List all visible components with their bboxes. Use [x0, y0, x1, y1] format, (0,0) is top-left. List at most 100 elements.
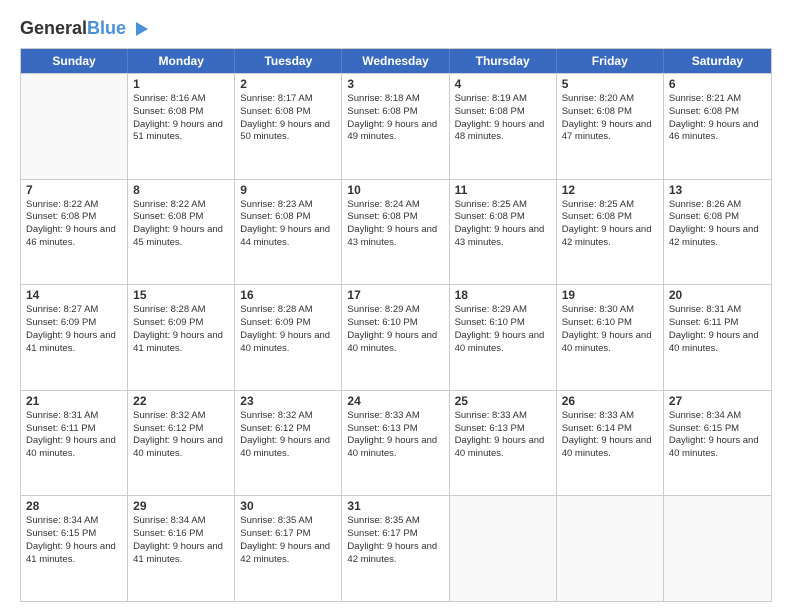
sunset-text: Sunset: 6:15 PM — [26, 528, 122, 541]
logo-icon — [128, 18, 150, 40]
sunset-text: Sunset: 6:09 PM — [240, 317, 336, 330]
sunrise-text: Sunrise: 8:24 AM — [347, 199, 443, 212]
sunrise-text: Sunrise: 8:35 AM — [240, 515, 336, 528]
sunrise-text: Sunrise: 8:26 AM — [669, 199, 766, 212]
sunrise-text: Sunrise: 8:18 AM — [347, 93, 443, 106]
calendar-cell: 21 Sunrise: 8:31 AMSunset: 6:11 PMDayligh… — [21, 391, 128, 496]
calendar-row-4: 21Sunrise: 8:31 AMSunset: 6:11 PMDayligh… — [21, 390, 771, 496]
sunrise-text: Sunrise: 8:32 AM — [133, 410, 229, 423]
day-number: 1 — [133, 77, 229, 91]
daylight-text: Daylight: 9 hours and 40 minutes. — [562, 330, 658, 356]
calendar-cell: 27Sunrise: 8:34 AMSunset: 6:15 PMDayligh… — [664, 391, 771, 496]
sunrise-text: Sunrise: 8:34 AM — [133, 515, 229, 528]
calendar-cell: 26Sunrise: 8:33 AMSunset: 6:14 PMDayligh… — [557, 391, 664, 496]
day-number: 15 — [133, 288, 229, 302]
day-number: 9 — [240, 183, 336, 197]
day-number: 16 — [240, 288, 336, 302]
sunset-text: Sunset: 6:08 PM — [669, 211, 766, 224]
calendar-cell — [557, 496, 664, 601]
sunrise-text: Sunrise: 8:34 AM — [669, 410, 766, 423]
calendar-cell — [664, 496, 771, 601]
daylight-text: Daylight: 9 hours and 46 minutes. — [26, 224, 122, 250]
daylight-text: Daylight: 9 hours and 40 minutes. — [347, 330, 443, 356]
sunset-text: Sunset: 6:11 PM — [669, 317, 766, 330]
day-number: 6 — [669, 77, 766, 91]
sunset-text: Sunset: 6:14 PM — [562, 423, 658, 436]
daylight-text: Daylight: 9 hours and 42 minutes. — [562, 224, 658, 250]
day-number: 25 — [455, 394, 551, 408]
calendar-cell: 20Sunrise: 8:31 AMSunset: 6:11 PMDayligh… — [664, 285, 771, 390]
calendar-body: 1Sunrise: 8:16 AMSunset: 6:08 PMDaylight… — [21, 73, 771, 601]
sunset-text: Sunset: 6:08 PM — [455, 211, 551, 224]
sunset-text: Sunset: 6:15 PM — [669, 423, 766, 436]
sunrise-text: Sunrise: 8:34 AM — [26, 515, 122, 528]
calendar-cell: 22Sunrise: 8:32 AMSunset: 6:12 PMDayligh… — [128, 391, 235, 496]
calendar-cell: 24Sunrise: 8:33 AMSunset: 6:13 PMDayligh… — [342, 391, 449, 496]
logo-text: GeneralBlue — [20, 19, 126, 39]
calendar-row-2: 7Sunrise: 8:22 AMSunset: 6:08 PMDaylight… — [21, 179, 771, 285]
sunset-text: Sunset: 6:08 PM — [240, 106, 336, 119]
sunset-text: Sunset: 6:08 PM — [455, 106, 551, 119]
calendar-cell: 10Sunrise: 8:24 AMSunset: 6:08 PMDayligh… — [342, 180, 449, 285]
day-number: 10 — [347, 183, 443, 197]
daylight-text: Daylight: 9 hours and 41 minutes. — [133, 541, 229, 567]
calendar-cell: 19Sunrise: 8:30 AMSunset: 6:10 PMDayligh… — [557, 285, 664, 390]
sunrise-text: Sunrise: 8:31 AM — [26, 410, 122, 423]
daylight-text: Daylight: 9 hours and 50 minutes. — [240, 119, 336, 145]
sunrise-text: Sunrise: 8:31 AM — [669, 304, 766, 317]
daylight-text: Daylight: 9 hours and 40 minutes. — [347, 435, 443, 461]
daylight-text: Daylight: 9 hours and 41 minutes. — [26, 541, 122, 567]
day-number: 20 — [669, 288, 766, 302]
sunrise-text: Sunrise: 8:30 AM — [562, 304, 658, 317]
sunset-text: Sunset: 6:08 PM — [669, 106, 766, 119]
calendar-cell: 25Sunrise: 8:33 AMSunset: 6:13 PMDayligh… — [450, 391, 557, 496]
day-number: 31 — [347, 499, 443, 513]
day-number: 19 — [562, 288, 658, 302]
calendar-cell: 6 Sunrise: 8:21 AMSunset: 6:08 PMDaylight… — [664, 74, 771, 179]
day-number: 5 — [562, 77, 658, 91]
sunrise-text: Sunrise: 8:21 AM — [669, 93, 766, 106]
sunset-text: Sunset: 6:10 PM — [347, 317, 443, 330]
calendar-cell: 3Sunrise: 8:18 AMSunset: 6:08 PMDaylight… — [342, 74, 449, 179]
day-number: 28 — [26, 499, 122, 513]
daylight-text: Daylight: 9 hours and 40 minutes. — [455, 330, 551, 356]
calendar-cell: 18Sunrise: 8:29 AMSunset: 6:10 PMDayligh… — [450, 285, 557, 390]
day-number: 12 — [562, 183, 658, 197]
header-day-saturday: Saturday — [664, 49, 771, 73]
day-number: 23 — [240, 394, 336, 408]
day-number: 21 — [26, 394, 122, 408]
day-number: 3 — [347, 77, 443, 91]
sunset-text: Sunset: 6:08 PM — [562, 106, 658, 119]
sunset-text: Sunset: 6:11 PM — [26, 423, 122, 436]
header: GeneralBlue — [20, 18, 772, 40]
calendar-row-3: 14Sunrise: 8:27 AMSunset: 6:09 PMDayligh… — [21, 284, 771, 390]
calendar-cell: 15Sunrise: 8:28 AMSunset: 6:09 PMDayligh… — [128, 285, 235, 390]
calendar-cell: 13Sunrise: 8:26 AMSunset: 6:08 PMDayligh… — [664, 180, 771, 285]
daylight-text: Daylight: 9 hours and 41 minutes. — [133, 330, 229, 356]
daylight-text: Daylight: 9 hours and 43 minutes. — [347, 224, 443, 250]
calendar-cell: 8Sunrise: 8:22 AMSunset: 6:08 PMDaylight… — [128, 180, 235, 285]
sunset-text: Sunset: 6:12 PM — [133, 423, 229, 436]
daylight-text: Daylight: 9 hours and 41 minutes. — [26, 330, 122, 356]
day-number: 2 — [240, 77, 336, 91]
header-day-monday: Monday — [128, 49, 235, 73]
calendar-cell: 1Sunrise: 8:16 AMSunset: 6:08 PMDaylight… — [128, 74, 235, 179]
daylight-text: Daylight: 9 hours and 46 minutes. — [669, 119, 766, 145]
calendar-cell: 29Sunrise: 8:34 AMSunset: 6:16 PMDayligh… — [128, 496, 235, 601]
day-number: 4 — [455, 77, 551, 91]
daylight-text: Daylight: 9 hours and 40 minutes. — [562, 435, 658, 461]
day-number: 29 — [133, 499, 229, 513]
sunset-text: Sunset: 6:08 PM — [26, 211, 122, 224]
sunrise-text: Sunrise: 8:22 AM — [26, 199, 122, 212]
daylight-text: Daylight: 9 hours and 47 minutes. — [562, 119, 658, 145]
calendar-cell — [450, 496, 557, 601]
day-number: 22 — [133, 394, 229, 408]
calendar-cell: 31Sunrise: 8:35 AMSunset: 6:17 PMDayligh… — [342, 496, 449, 601]
sunrise-text: Sunrise: 8:19 AM — [455, 93, 551, 106]
sunset-text: Sunset: 6:17 PM — [347, 528, 443, 541]
daylight-text: Daylight: 9 hours and 42 minutes. — [240, 541, 336, 567]
header-day-friday: Friday — [557, 49, 664, 73]
daylight-text: Daylight: 9 hours and 42 minutes. — [347, 541, 443, 567]
daylight-text: Daylight: 9 hours and 51 minutes. — [133, 119, 229, 145]
daylight-text: Daylight: 9 hours and 40 minutes. — [26, 435, 122, 461]
